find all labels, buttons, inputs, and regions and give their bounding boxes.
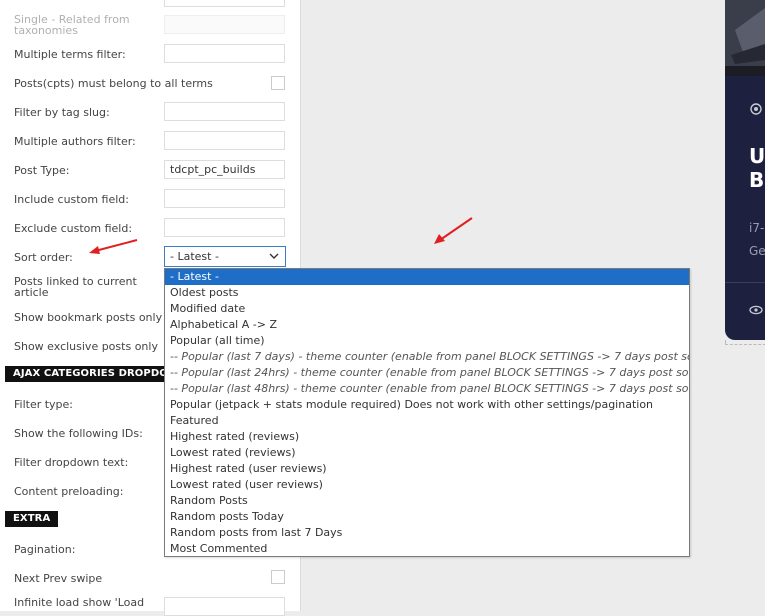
sort-order-label: Sort order: [14, 251, 73, 264]
next-prev-label: Next Prev swipe [14, 572, 103, 585]
exclude-field-input[interactable] [164, 218, 285, 237]
preview-meta-line-1: i7- [749, 221, 765, 235]
section-extra: EXTRA [5, 511, 59, 527]
annotation-arrow-icon [434, 217, 473, 244]
multiple-terms-label: Multiple terms filter: [14, 48, 126, 61]
sort-option[interactable]: Popular (all time) [165, 333, 689, 349]
card-selection-outline [725, 340, 765, 345]
preview-meta: i7- Ge [749, 217, 765, 263]
category-icon [750, 103, 762, 115]
sort-option[interactable]: Alphabetical A -> Z [165, 317, 689, 333]
preview-card-image [725, 0, 765, 76]
pagination-label: Pagination: [14, 543, 76, 556]
sort-option[interactable]: Highest rated (user reviews) [165, 461, 689, 477]
preview-title-line-1: U [749, 144, 765, 168]
sort-option[interactable]: Highest rated (reviews) [165, 429, 689, 445]
eye-icon [749, 305, 763, 315]
tag-slug-input[interactable] [164, 102, 285, 121]
preview-title: U B [749, 144, 765, 192]
related-taxonomies-label: Single - Related from taxonomies [14, 13, 130, 37]
multiple-terms-input[interactable] [164, 44, 285, 63]
sort-option[interactable]: -- Popular (last 24hrs) - theme counter … [165, 365, 689, 381]
belong-all-terms-label: Posts(cpts) must belong to all terms [14, 77, 213, 90]
sort-option[interactable]: Modified date [165, 301, 689, 317]
preview-card[interactable]: U B i7- Ge [725, 0, 765, 340]
infinite-load-label: Infinite load show 'Load [14, 596, 145, 609]
include-field-input[interactable] [164, 189, 285, 208]
exclude-field-label: Exclude custom field: [14, 222, 133, 235]
infinite-load-input[interactable] [164, 597, 285, 616]
post-type-label: Post Type: [14, 164, 70, 177]
show-ids-label: Show the following IDs: [14, 427, 143, 440]
chevron-down-icon [269, 253, 279, 259]
preview-meta-line-2: Ge [749, 244, 765, 258]
sort-option[interactable]: Featured [165, 413, 689, 429]
authors-label: Multiple authors filter: [14, 135, 136, 148]
sort-option[interactable]: - Latest - [165, 269, 689, 285]
post-type-input[interactable]: tdcpt_pc_builds [164, 160, 285, 179]
category-select[interactable] [164, 0, 285, 7]
sort-option[interactable]: Most Commented [165, 541, 689, 556]
sort-order-dropdown-list[interactable]: - Latest - Oldest posts Modified date Al… [164, 268, 690, 557]
bookmark-label: Show bookmark posts only [14, 311, 163, 324]
sort-option[interactable]: Oldest posts [165, 285, 689, 301]
preview-title-line-2: B [749, 168, 765, 192]
sort-order-select[interactable]: - Latest - [164, 246, 286, 267]
preloading-label: Content preloading: [14, 485, 124, 498]
sort-order-value: - Latest - [170, 250, 219, 263]
preview-image-graphic [725, 0, 765, 76]
exclusive-label: Show exclusive posts only [14, 340, 158, 353]
related-taxonomies-input[interactable] [164, 15, 285, 34]
sort-option[interactable]: Lowest rated (user reviews) [165, 477, 689, 493]
dropdown-text-label: Filter dropdown text: [14, 456, 129, 469]
tag-slug-label: Filter by tag slug: [14, 106, 110, 119]
include-field-label: Include custom field: [14, 193, 129, 206]
sort-option[interactable]: Random posts Today [165, 509, 689, 525]
linked-posts-label: Posts linked to current article [14, 275, 137, 299]
authors-input[interactable] [164, 131, 285, 150]
sort-option[interactable]: Random Posts [165, 493, 689, 509]
next-prev-checkbox[interactable] [271, 570, 285, 584]
sort-option[interactable]: Popular (jetpack + stats module required… [165, 397, 689, 413]
sort-option[interactable]: -- Popular (last 48hrs) - theme counter … [165, 381, 689, 397]
sort-option[interactable]: Random posts from last 7 Days [165, 525, 689, 541]
preview-divider [725, 282, 765, 283]
annotation-arrow-icon [89, 239, 138, 254]
filter-type-label: Filter type: [14, 398, 74, 411]
sort-option[interactable]: Lowest rated (reviews) [165, 445, 689, 461]
belong-all-terms-checkbox[interactable] [271, 76, 285, 90]
sort-option[interactable]: -- Popular (last 7 days) - theme counter… [165, 349, 689, 365]
